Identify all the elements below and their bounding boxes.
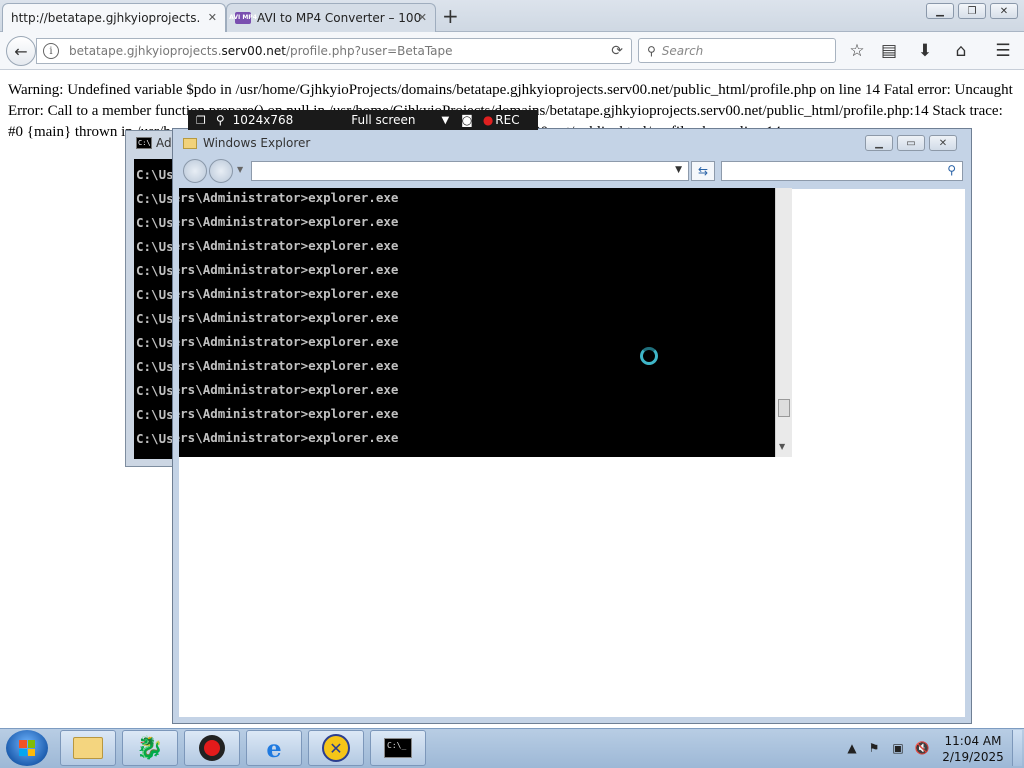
avi-favicon-icon: AVI MP4 — [229, 12, 257, 24]
recorder-toolbar[interactable]: ❐ ⚲ 1024x768 Full screen ▼ ◙ ● REC — [188, 110, 538, 130]
scroll-thumb[interactable] — [778, 399, 790, 417]
url-bar[interactable]: i betatape.gjhkyioprojects.serv00.net/pr… — [36, 38, 632, 64]
explorer-titlebar: Windows Explorer — [183, 136, 310, 150]
search-icon: ⚲ — [947, 163, 956, 177]
loading-spinner-icon — [640, 347, 658, 365]
search-input[interactable]: ⚲ Search — [638, 38, 836, 63]
explorer-search-input[interactable]: ⚲ — [721, 161, 963, 181]
taskbar-explorer-button[interactable] — [60, 730, 116, 766]
folder-icon — [183, 137, 197, 149]
menu-icon[interactable]: ☰ — [992, 40, 1014, 62]
reading-list-icon[interactable]: ▤ — [878, 40, 900, 62]
volume-muted-icon[interactable]: 🔇 — [914, 740, 930, 756]
clock-date: 2/19/2025 — [942, 750, 1004, 764]
tab-label: AVI to MP4 Converter – 100 — [257, 11, 422, 25]
explorer-address-bar[interactable]: ▼ — [251, 161, 689, 181]
rec-button[interactable]: REC — [495, 113, 519, 127]
taskbar-ie-button[interactable]: e — [246, 730, 302, 766]
show-desktop-button[interactable] — [1012, 730, 1022, 766]
explorer-back-button[interactable] — [183, 159, 207, 183]
console-line: C:\Users\Administrator>explorer.exe — [179, 406, 399, 421]
x-app-icon: ✕ — [322, 734, 350, 762]
tab-active-page[interactable]: http://betatape.gjhkyioprojects. ✕ — [2, 3, 226, 32]
console-line: C:\Users\Administrator>explorer.exe — [179, 358, 399, 373]
history-dropdown-icon[interactable]: ▼ — [237, 165, 243, 174]
search-icon: ⚲ — [647, 43, 656, 58]
console-line: C:\Users\Administrator>explorer.exe — [179, 430, 399, 445]
console-line: C:\Users\Administrator>explorer.exe — [179, 310, 399, 325]
downloads-icon[interactable]: ⬇ — [914, 40, 936, 62]
cmd-icon: C:\ — [136, 137, 152, 149]
taskbar-cmd-button[interactable]: C:\_ — [370, 730, 426, 766]
taskbar-recorder-button[interactable] — [184, 730, 240, 766]
site-info-icon[interactable]: i — [43, 43, 59, 59]
explorer-refresh-button[interactable]: ⇆ — [691, 161, 715, 181]
tab-avi-converter[interactable]: AVI MP4 AVI to MP4 Converter – 100 ✕ — [226, 3, 436, 32]
close-window-button[interactable]: ✕ — [990, 3, 1018, 19]
camera-icon[interactable]: ◙ — [461, 113, 473, 127]
search-placeholder: Search — [661, 43, 704, 58]
close-tab-icon[interactable]: ✕ — [418, 11, 427, 24]
bookmark-star-icon[interactable]: ☆ — [846, 40, 868, 62]
explorer-minimize-button[interactable]: ▁ — [865, 135, 893, 151]
windows-logo-icon — [19, 740, 35, 756]
network-icon[interactable]: ▣ — [890, 740, 906, 756]
clock[interactable]: 11:04 AM 2/19/2025 — [940, 733, 1006, 765]
back-button[interactable]: ← — [6, 36, 36, 66]
explorer-maximize-button[interactable]: ▭ — [897, 135, 925, 151]
restore-window-icon[interactable]: ❐ — [196, 114, 206, 127]
dragon-icon: 🐉 — [136, 735, 164, 761]
console-line: C:\Users\Administrator>explorer.exe — [179, 190, 399, 205]
taskbar-xampp-button[interactable]: ✕ — [308, 730, 364, 766]
url-text: betatape.gjhkyioprojects.serv00.net/prof… — [69, 44, 453, 58]
recorder-mode[interactable]: Full screen — [351, 113, 415, 127]
minimize-button[interactable]: ▁ — [926, 3, 954, 19]
recorder-resolution: 1024x768 — [232, 113, 294, 127]
reload-icon[interactable]: ⟳ — [611, 43, 623, 59]
new-tab-button[interactable]: + — [442, 4, 459, 28]
internet-explorer-icon: e — [266, 733, 282, 763]
show-hidden-icons-icon[interactable]: ▲ — [844, 740, 860, 756]
explorer-forward-button[interactable] — [209, 159, 233, 183]
start-button[interactable] — [6, 730, 48, 766]
address-dropdown-icon[interactable]: ▼ — [675, 165, 682, 175]
folder-icon — [73, 737, 103, 759]
record-icon — [199, 735, 225, 761]
tab-label: http://betatape.gjhkyioprojects. — [11, 11, 201, 25]
console-line: C:\Users\Administrator>explorer.exe — [179, 286, 399, 301]
explorer-close-button[interactable]: ✕ — [929, 135, 957, 151]
console-overlay: C:\Users\Administrator>explorer.exe C:\U… — [179, 188, 775, 457]
close-tab-icon[interactable]: ✕ — [208, 11, 217, 24]
action-center-flag-icon[interactable]: ⚑ — [866, 740, 882, 756]
console-line: C:\Users\Administrator>explorer.exe — [179, 262, 399, 277]
console-line: C:\Users\Administrator>explorer.exe — [179, 214, 399, 229]
restore-button[interactable]: ❐ — [958, 3, 986, 19]
cmd-icon: C:\_ — [384, 738, 412, 758]
mode-dropdown-icon[interactable]: ▼ — [441, 115, 449, 126]
taskbar-dragon-app-button[interactable]: 🐉 — [122, 730, 178, 766]
record-dot-icon: ● — [482, 113, 494, 127]
home-icon[interactable]: ⌂ — [950, 40, 972, 62]
scroll-down-icon[interactable]: ▼ — [779, 442, 785, 451]
clock-time: 11:04 AM — [944, 734, 1002, 748]
console-line: C:\Users\Administrator>explorer.exe — [179, 334, 399, 349]
zoom-icon[interactable]: ⚲ — [216, 113, 225, 127]
console-line: C:\Users\Administrator>explorer.exe — [179, 382, 399, 397]
console-line: C:\Users\Administrator>explorer.exe — [179, 238, 399, 253]
explorer-title: Windows Explorer — [203, 136, 311, 150]
console-overlay-scrollbar[interactable]: ▼ — [775, 188, 792, 457]
